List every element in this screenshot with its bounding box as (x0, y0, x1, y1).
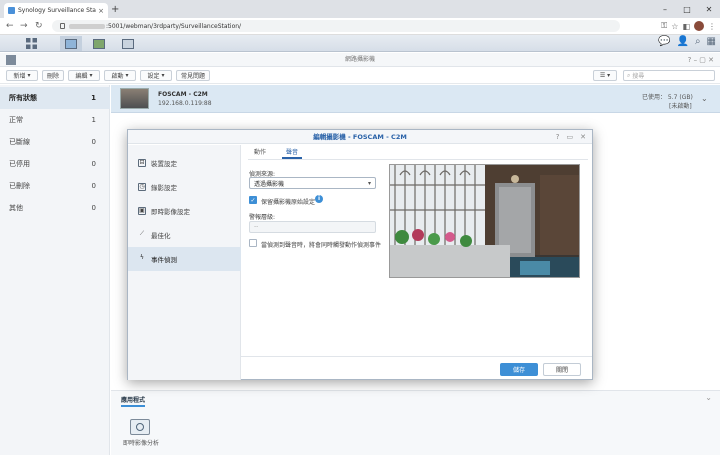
user-icon[interactable]: 👤 (676, 36, 688, 47)
minimize-icon[interactable]: – (654, 0, 676, 18)
add-button[interactable]: 新增 ▾ (6, 70, 38, 81)
tab-audio[interactable]: 聲音 (282, 147, 303, 159)
dialog-title: 編輯攝影機 - FOSCAM - C2M (128, 130, 592, 144)
main-menu-icon[interactable] (20, 36, 42, 51)
nav-event-detection[interactable]: ϟ 事件偵測 (128, 247, 241, 271)
action-button[interactable]: 啟動 ▾ (104, 70, 136, 81)
camera-app-icon[interactable] (117, 36, 139, 51)
dialog-close-icon[interactable]: ✕ (580, 130, 586, 144)
window-titlebar: 網路攝影機 ? – ▢ ✕ (0, 53, 720, 67)
application-panel: 應用程式 ⌄ 即時影像分析 (111, 390, 720, 455)
new-tab-button[interactable]: + (111, 4, 119, 15)
video-analytics-icon[interactable] (130, 419, 150, 435)
nav-recording-settings[interactable]: ◷ 錄影設定 (128, 175, 241, 199)
lock-icon (60, 23, 65, 29)
liveview-icon: ▣ (138, 207, 146, 215)
address-bar: ← → ↻ :5001/webman/3rdparty/Surveillance… (0, 18, 720, 35)
close-window-icon[interactable]: ✕ (698, 0, 720, 18)
key-icon[interactable]: ⚿ (661, 21, 667, 31)
detection-tabs: 動作 聲音 (250, 147, 303, 159)
reload-icon[interactable]: ↻ (35, 21, 43, 31)
star-icon[interactable]: ☆ (671, 22, 678, 31)
tab-motion[interactable]: 動作 (250, 147, 270, 159)
wand-icon: ⟋ (139, 230, 145, 237)
close-button[interactable]: 關閉 (543, 363, 581, 376)
camera-status: [未啟動] (669, 103, 692, 110)
delete-button[interactable]: 刪除 (42, 70, 64, 81)
forward-arrow-icon[interactable]: → (20, 21, 28, 31)
alarm-level-input[interactable]: -- (249, 221, 376, 233)
dialog-footer: 儲存 關閉 (241, 356, 592, 380)
surveillance-app-icon[interactable] (60, 36, 82, 51)
dialog-nav: ⊟ 裝置設定 ◷ 錄影設定 ▣ 即時影像設定 ⟋ 最佳化 ϟ 事件偵測 (128, 145, 241, 380)
alarm-level-label: 警報層級: (249, 214, 276, 221)
sidebar-item-all[interactable]: 所有狀態 1 (0, 87, 110, 109)
nav-optimization[interactable]: ⟋ 最佳化 (128, 223, 241, 247)
faq-button[interactable]: 常見問題 (176, 70, 210, 81)
keep-settings-label: 保留攝影機原始設定 (261, 199, 316, 206)
camera-list-row[interactable]: FOSCAM - C2M 192.168.0.119:88 已使用： 5.7 (… (111, 85, 720, 113)
search-icon[interactable]: ⌕ (695, 36, 701, 47)
camera-preview (389, 164, 580, 278)
view-toggle-button[interactable]: ☰ ▾ (593, 70, 617, 81)
help-icon[interactable]: ? (556, 130, 560, 144)
timeline-app-icon[interactable] (88, 36, 110, 51)
camera-ip: 192.168.0.119:88 (158, 100, 212, 107)
status-sidebar: 所有狀態 1 正常 1 已斷線 0 已停用 0 已刪除 0 其他 0 (0, 85, 110, 455)
save-button[interactable]: 儲存 (500, 363, 538, 376)
nav-liveview-settings[interactable]: ▣ 即時影像設定 (128, 199, 241, 223)
menu-icon[interactable]: ⋮ (708, 22, 716, 31)
dropdown-arrow-icon: ▾ (367, 180, 371, 187)
sidebar-item-normal[interactable]: 正常 1 (0, 109, 110, 131)
info-icon[interactable]: i (315, 195, 323, 203)
camera-thumbnail (120, 88, 149, 109)
device-icon: ⊟ (138, 159, 146, 167)
url-text: :5001/webman/3rdparty/SurveillanceStatio… (106, 22, 242, 30)
camera-name: FOSCAM - C2M (158, 91, 208, 98)
sidebar-item-deleted[interactable]: 已刪除 0 (0, 175, 110, 197)
camera-storage-used: 已使用： 5.7 (GB) (642, 94, 693, 101)
redacted-host (69, 23, 105, 29)
toolbar: 新增 ▾ 刪除 編輯 ▾ 啟動 ▾ 設定 ▾ 常見問題 ☰ ▾ ⌕ 搜尋 (0, 67, 720, 84)
browser-tabbar: Synology Surveillance Statio × + – □ ✕ (0, 0, 720, 18)
trigger-motion-label: 當偵測到聲音時，將會同時觸發動作偵測事件 (261, 242, 382, 249)
extension-icon[interactable]: ◧ (682, 22, 690, 31)
recording-icon: ◷ (138, 183, 146, 191)
sidebar-item-other[interactable]: 其他 0 (0, 197, 110, 219)
back-arrow-icon[interactable]: ← (6, 21, 14, 31)
search-input[interactable]: ⌕ 搜尋 (623, 70, 715, 81)
app-window-icon (6, 55, 16, 65)
maximize-icon[interactable]: □ (676, 0, 698, 18)
url-field[interactable]: :5001/webman/3rdparty/SurveillanceStatio… (52, 20, 620, 32)
restore-icon[interactable]: ▭ (567, 130, 574, 144)
lightning-icon: ϟ (140, 254, 144, 261)
chat-icon[interactable]: 💬 (658, 36, 670, 47)
widgets-icon[interactable]: ▦ (707, 36, 716, 47)
sidebar-item-disabled[interactable]: 已停用 0 (0, 153, 110, 175)
trigger-motion-checkbox[interactable] (249, 239, 257, 247)
source-select[interactable]: 透過攝影機 ▾ (249, 177, 376, 189)
synology-favicon-icon (8, 7, 15, 14)
tab-applications[interactable]: 應用程式 (121, 395, 146, 407)
dsm-taskbar: 💬 👤 ⌕ ▦ (0, 35, 720, 52)
sidebar-item-disconnected[interactable]: 已斷線 0 (0, 131, 110, 153)
tab-close-icon[interactable]: × (98, 7, 104, 15)
video-analytics-label[interactable]: 即時影像分析 (123, 438, 159, 447)
config-button[interactable]: 設定 ▾ (140, 70, 172, 81)
keep-settings-checkbox[interactable]: ✓ (249, 196, 257, 204)
edit-camera-dialog: 編輯攝影機 - FOSCAM - C2M ? ▭ ✕ ⊟ 裝置設定 ◷ 錄影設定 ▣… (127, 129, 593, 380)
edit-button[interactable]: 編輯 ▾ (68, 70, 100, 81)
nav-device-settings[interactable]: ⊟ 裝置設定 (128, 151, 241, 175)
chevron-down-icon[interactable]: ⌄ (701, 94, 708, 103)
collapse-icon[interactable]: ⌄ (705, 393, 712, 402)
browser-tab[interactable]: Synology Surveillance Statio × (4, 3, 108, 18)
window-controls[interactable]: ? – ▢ ✕ (688, 53, 714, 67)
profile-avatar[interactable] (694, 21, 704, 31)
window-title: 網路攝影機 (344, 56, 375, 63)
tab-title: Synology Surveillance Statio (18, 7, 97, 14)
